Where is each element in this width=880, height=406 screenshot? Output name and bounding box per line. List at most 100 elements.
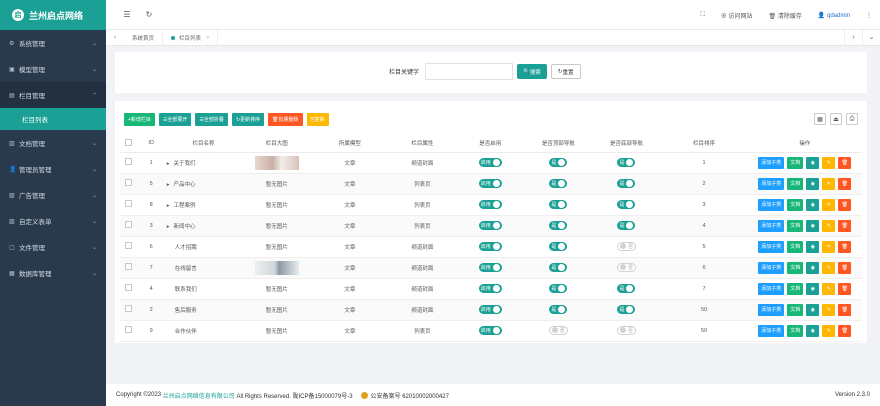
sidebar-item-2[interactable]: ▣ 模型管理 ⌄	[0, 56, 106, 82]
document-button[interactable]: 文档	[787, 177, 804, 190]
row-checkbox[interactable]	[125, 305, 133, 312]
bottom-nav-switch[interactable]: 否	[616, 325, 636, 335]
user-menu[interactable]: 👤 qdadmin	[818, 12, 850, 19]
select-all-checkbox[interactable]	[125, 138, 133, 146]
columns-filter-icon[interactable]: ▦	[814, 113, 826, 125]
delete-icon[interactable]: 🗑	[838, 156, 852, 169]
edit-icon[interactable]: ✎	[822, 240, 836, 253]
fullscreen-icon[interactable]: ⛶	[701, 12, 705, 19]
delete-icon[interactable]: 🗑	[838, 282, 852, 295]
clear-cache-link[interactable]: 🗑 清除缓存	[769, 11, 802, 20]
brand-logo[interactable]: 启 兰州启点网络	[0, 0, 106, 30]
view-icon[interactable]: ◉	[806, 198, 820, 211]
sidebar-item-8[interactable]: ▢ 文件管理 ⌄	[0, 234, 106, 260]
add-child-button[interactable]: 添加子类	[758, 177, 785, 190]
sidebar-item-7[interactable]: ▨ 自定义表单 ⌄	[0, 208, 106, 234]
enabled-switch[interactable]: 启用	[478, 200, 502, 209]
add-child-button[interactable]: 添加子类	[758, 261, 785, 274]
tabs-menu-icon[interactable]: ⌄	[862, 30, 880, 46]
collapse-all-button[interactable]: ☰ 全部折叠	[195, 113, 228, 126]
sidebar-subitem-column-list[interactable]: 栏目列表	[0, 108, 106, 130]
document-button[interactable]: 文档	[787, 282, 804, 295]
edit-icon[interactable]: ✎	[822, 198, 836, 211]
search-button[interactable]: 🔍 搜索	[517, 64, 547, 79]
enabled-switch[interactable]: 启用	[478, 284, 502, 293]
expand-all-button[interactable]: ☰ 全部展开	[158, 113, 192, 126]
sidebar-item-3[interactable]: ▤ 栏目管理 ⌃	[0, 82, 106, 108]
row-checkbox[interactable]	[125, 179, 133, 186]
bottom-nav-switch[interactable]: 是	[617, 284, 636, 293]
add-child-button[interactable]: 添加子类	[758, 324, 785, 337]
view-icon[interactable]: ◉	[806, 156, 820, 169]
tabs-left-arrow-icon[interactable]: ‹	[106, 34, 124, 41]
delete-icon[interactable]: 🗑	[838, 177, 852, 190]
expand-arrow-icon[interactable]: ▸	[167, 203, 170, 209]
top-nav-switch[interactable]: 是	[549, 242, 568, 251]
add-column-button[interactable]: + 新增栏目	[124, 113, 155, 126]
add-child-button[interactable]: 添加子类	[758, 282, 785, 295]
top-nav-switch[interactable]: 是	[549, 221, 568, 230]
enabled-switch[interactable]: 启用	[478, 326, 502, 335]
delete-icon[interactable]: 🗑	[838, 324, 852, 337]
view-icon[interactable]: ◉	[806, 219, 820, 232]
batch-delete-button[interactable]: 🗑 批量删除	[268, 113, 303, 126]
bottom-nav-switch[interactable]: 是	[617, 179, 636, 188]
sidebar-item-5[interactable]: 👤 管理员管理 ⌄	[0, 156, 106, 182]
sidebar-item-6[interactable]: ▧ 广告管理 ⌄	[0, 182, 106, 208]
view-icon[interactable]: ◉	[806, 282, 820, 295]
add-child-button[interactable]: 添加子类	[758, 219, 785, 232]
document-button[interactable]: 文档	[787, 303, 804, 316]
view-icon[interactable]: ◉	[806, 177, 820, 190]
refresh-icon[interactable]: ↻	[138, 10, 160, 19]
tabs-right-arrow-icon[interactable]: ›	[844, 30, 862, 46]
bottom-nav-switch[interactable]: 是	[617, 158, 636, 167]
document-button[interactable]: 文档	[787, 219, 804, 232]
more-icon[interactable]: ⋮	[866, 12, 872, 19]
enabled-switch[interactable]: 启用	[478, 242, 502, 251]
row-checkbox[interactable]	[125, 242, 133, 249]
menu-toggle-icon[interactable]: ☰	[116, 10, 138, 19]
row-checkbox[interactable]	[125, 284, 133, 291]
add-child-button[interactable]: 添加子类	[758, 240, 785, 253]
enabled-switch[interactable]: 启用	[478, 305, 502, 314]
sidebar-item-4[interactable]: ▥ 文档管理 ⌄	[0, 130, 106, 156]
sidebar-item-1[interactable]: ⚙ 系统管理 ⌄	[0, 30, 106, 56]
delete-icon[interactable]: 🗑	[838, 240, 852, 253]
view-icon[interactable]: ◉	[806, 261, 820, 274]
bottom-nav-switch[interactable]: 否	[616, 262, 636, 272]
delete-icon[interactable]: 🗑	[838, 198, 852, 211]
enabled-switch[interactable]: 启用	[478, 263, 502, 272]
row-checkbox[interactable]	[125, 200, 133, 207]
enabled-switch[interactable]: 启用	[478, 158, 502, 167]
top-nav-switch[interactable]: 是	[549, 158, 568, 167]
copy-button[interactable]: ⎘ 复制	[306, 113, 329, 126]
document-button[interactable]: 文档	[787, 324, 804, 337]
print-icon[interactable]: ⎙	[846, 113, 858, 125]
document-button[interactable]: 文档	[787, 198, 804, 211]
tab-column-list[interactable]: 栏目列表 ×	[163, 29, 219, 46]
tab-home[interactable]: 系统首页	[124, 29, 164, 46]
view-icon[interactable]: ◉	[806, 324, 820, 337]
bottom-nav-switch[interactable]: 是	[617, 200, 636, 209]
tab-close-icon[interactable]: ×	[206, 35, 209, 41]
enabled-switch[interactable]: 启用	[478, 179, 502, 188]
expand-arrow-icon[interactable]: ▸	[167, 161, 170, 167]
row-checkbox[interactable]	[125, 158, 133, 165]
document-button[interactable]: 文档	[787, 156, 804, 169]
delete-icon[interactable]: 🗑	[838, 303, 852, 316]
edit-icon[interactable]: ✎	[822, 282, 836, 295]
visit-site-link[interactable]: ⊕ 访问网站	[721, 11, 753, 20]
search-input[interactable]	[425, 63, 514, 80]
row-checkbox[interactable]	[125, 263, 133, 270]
bottom-nav-switch[interactable]: 否	[616, 241, 636, 251]
bottom-nav-switch[interactable]: 是	[617, 305, 636, 314]
edit-icon[interactable]: ✎	[822, 219, 836, 232]
reset-button[interactable]: ↻ 重置	[550, 64, 581, 79]
top-nav-switch[interactable]: 是	[549, 200, 568, 209]
delete-icon[interactable]: 🗑	[838, 219, 852, 232]
top-nav-switch[interactable]: 是	[549, 284, 568, 293]
document-button[interactable]: 文档	[787, 240, 804, 253]
row-checkbox[interactable]	[125, 221, 133, 228]
edit-icon[interactable]: ✎	[822, 303, 836, 316]
expand-arrow-icon[interactable]: ▸	[167, 182, 170, 188]
